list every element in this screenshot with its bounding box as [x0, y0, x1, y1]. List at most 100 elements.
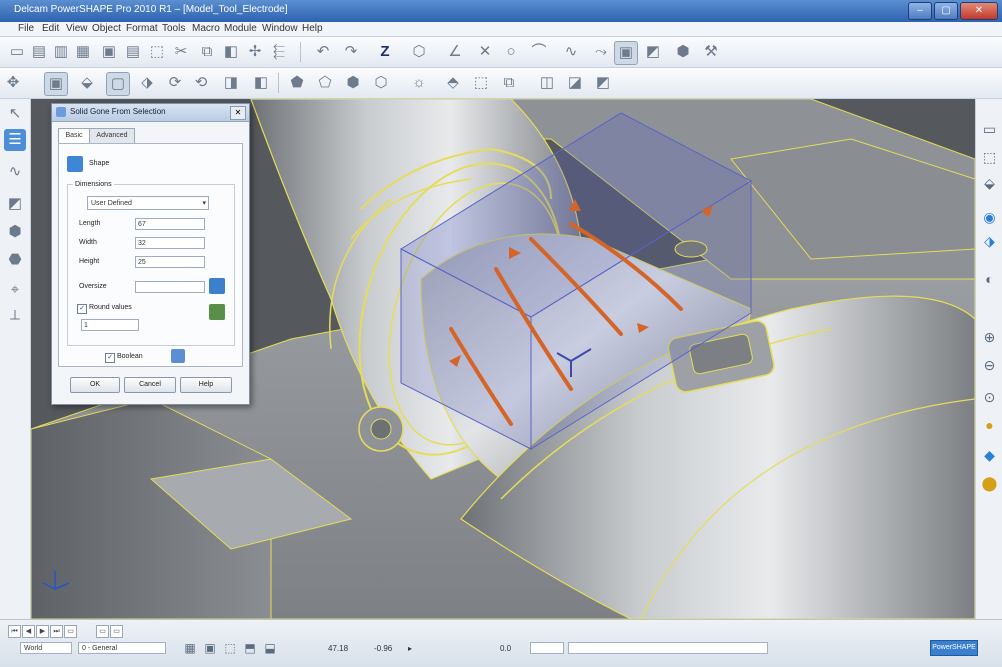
surface-icon[interactable]: ◩: [642, 41, 664, 63]
view-side-icon[interactable]: ▢: [106, 72, 130, 96]
wireframe-icon[interactable]: ⬠: [314, 72, 336, 94]
print-icon[interactable]: ▦: [72, 41, 94, 63]
view-front-icon[interactable]: ⬙: [76, 72, 98, 94]
material-icon[interactable]: ⬘: [442, 72, 464, 94]
solid-icon[interactable]: ▣: [614, 41, 638, 65]
duplicate-icon[interactable]: ⧉: [196, 41, 218, 63]
cross-icon[interactable]: ✕: [474, 41, 496, 63]
ok-button[interactable]: OK: [70, 377, 120, 393]
cancel-button[interactable]: Cancel: [124, 377, 176, 393]
length-field[interactable]: 67: [135, 218, 205, 230]
menu-object[interactable]: Object: [92, 23, 121, 34]
units-icon[interactable]: ⬓: [262, 640, 278, 656]
tab-advanced[interactable]: Advanced: [89, 128, 135, 143]
compare-icon[interactable]: ⧉: [498, 72, 520, 94]
menu-module[interactable]: Module: [224, 23, 257, 34]
open-icon[interactable]: ▤: [28, 41, 50, 63]
rotate-icon[interactable]: ⟳: [164, 72, 186, 94]
surface-icon[interactable]: ◩: [4, 193, 26, 215]
pointer-icon[interactable]: ↖: [4, 103, 26, 125]
shade-icon[interactable]: ●: [979, 415, 1000, 436]
command-input[interactable]: [568, 642, 768, 654]
round-values-checkbox[interactable]: ✓: [77, 304, 87, 314]
snap-icon[interactable]: ▣: [202, 640, 218, 656]
curve-icon[interactable]: ∿: [4, 161, 26, 183]
light-icon[interactable]: ☼: [408, 72, 430, 94]
electrode-icon[interactable]: ⬢: [672, 41, 694, 63]
analysis-icon[interactable]: ◫: [536, 72, 558, 94]
arc-icon[interactable]: ⌒: [528, 41, 550, 63]
solid-view-icon[interactable]: ⬤: [979, 473, 1000, 494]
side-icon[interactable]: ◐: [979, 269, 1000, 290]
save-icon[interactable]: ▥: [50, 41, 72, 63]
nav-prev-button[interactable]: ◀: [22, 625, 35, 638]
curvature-icon[interactable]: ◩: [592, 72, 614, 94]
paste-icon[interactable]: ⬚: [146, 41, 168, 63]
box-icon[interactable]: ⬚: [470, 72, 492, 94]
move-icon[interactable]: ⬱: [268, 41, 290, 63]
boolean-mode-icon[interactable]: [171, 349, 185, 363]
redo-icon[interactable]: ↷: [340, 41, 362, 63]
minimize-button[interactable]: –: [908, 2, 932, 20]
workplane-icon[interactable]: ⬚: [222, 640, 238, 656]
circle-icon[interactable]: ○: [500, 41, 522, 63]
copy-icon[interactable]: ▤: [122, 41, 144, 63]
clip-icon[interactable]: ◨: [220, 72, 242, 94]
powershape-indicator[interactable]: PowerSHAPE: [930, 640, 978, 656]
top-icon[interactable]: ◉: [979, 207, 1000, 228]
level-select[interactable]: 0 - General: [78, 642, 166, 654]
layers-icon[interactable]: ☰: [4, 129, 26, 151]
angle-icon[interactable]: ∠: [444, 41, 466, 63]
select-icon[interactable]: ⬡: [408, 41, 430, 63]
shade-icon[interactable]: ⬟: [286, 72, 308, 94]
workplane-icon[interactable]: ⌖: [4, 279, 26, 301]
measure-icon[interactable]: ⟂: [4, 305, 26, 327]
undo-icon[interactable]: ↶: [312, 41, 334, 63]
calculator-icon[interactable]: [209, 278, 225, 294]
cut-icon[interactable]: ▣: [98, 41, 120, 63]
close-button[interactable]: ✕: [960, 2, 998, 20]
pan-icon[interactable]: ⊙: [979, 387, 1000, 408]
solid-view-icon[interactable]: ⬢: [342, 72, 364, 94]
width-field[interactable]: 32: [135, 237, 205, 249]
nav-first-button[interactable]: ⏮: [8, 625, 21, 638]
move-icon[interactable]: ✥: [2, 72, 24, 94]
orbit-icon[interactable]: ⟲: [190, 72, 212, 94]
round-icon[interactable]: [209, 304, 225, 320]
transform-icon[interactable]: ✢: [244, 41, 266, 63]
grid-icon[interactable]: ▦: [182, 640, 198, 656]
step-field[interactable]: [530, 642, 564, 654]
spline-icon[interactable]: ⤳: [590, 41, 612, 63]
hidden-line-icon[interactable]: ⬡: [370, 72, 392, 94]
zoom-in-icon[interactable]: ⊕: [979, 327, 1000, 348]
lock-icon[interactable]: ⬒: [242, 640, 258, 656]
cube-icon[interactable]: ⬚: [979, 147, 1000, 168]
nav-level-button[interactable]: ▭: [96, 625, 109, 638]
help-button[interactable]: Help: [180, 377, 232, 393]
tab-basic[interactable]: Basic: [58, 128, 90, 144]
boolean-checkbox[interactable]: ✓: [105, 353, 115, 363]
shape-icon[interactable]: [67, 156, 83, 172]
dimensions-mode-select[interactable]: User Defined ▾: [87, 196, 209, 210]
section-icon[interactable]: ◧: [250, 72, 272, 94]
mirror-icon[interactable]: ◧: [220, 41, 242, 63]
scissors-icon[interactable]: ✂: [170, 41, 192, 63]
light-icon[interactable]: ◆: [979, 445, 1000, 466]
menu-format[interactable]: Format: [126, 23, 158, 34]
menu-help[interactable]: Help: [302, 23, 323, 34]
solid-icon[interactable]: ⬢: [4, 221, 26, 243]
menu-edit[interactable]: Edit: [42, 23, 59, 34]
menu-file[interactable]: File: [18, 23, 34, 34]
zoom-out-icon[interactable]: ⊖: [979, 355, 1000, 376]
nav-level2-button[interactable]: ▭: [110, 625, 123, 638]
nav-last-button[interactable]: ⏭: [50, 625, 63, 638]
oversize-field[interactable]: [135, 281, 205, 293]
nav-next-button[interactable]: ▶: [36, 625, 49, 638]
edit-icon[interactable]: Z: [374, 41, 396, 63]
menu-tools[interactable]: Tools: [162, 23, 185, 34]
dialog-close-button[interactable]: ✕: [230, 106, 246, 120]
iso-icon[interactable]: ⬗: [979, 231, 1000, 252]
menu-window[interactable]: Window: [262, 23, 298, 34]
front-icon[interactable]: ⬙: [979, 173, 1000, 194]
curve-icon[interactable]: ∿: [560, 41, 582, 63]
